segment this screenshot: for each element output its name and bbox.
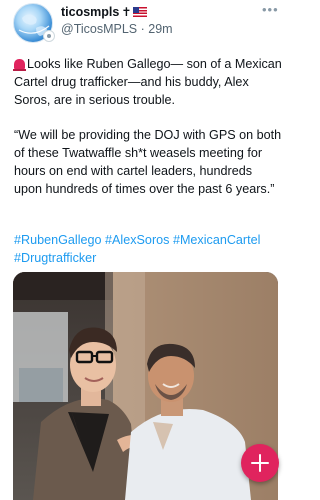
plus-icon [251, 454, 269, 472]
post-photo[interactable] [13, 272, 278, 500]
hashtag-link[interactable]: #MexicanCartel [173, 233, 261, 247]
tweet-post[interactable]: ticosmpls ✝ @TicosMPLS · 29m ••• Looks li… [0, 0, 291, 500]
author-handle-line: @TicosMPLS · 29m [61, 22, 173, 36]
hashtag-list: #RubenGallego #AlexSoros #MexicanCartel … [14, 231, 282, 267]
author-display-name[interactable]: ticosmpls ✝ [61, 5, 148, 19]
tweet-paragraph-1: Looks like Ruben Gallego— son of a Mexic… [13, 55, 282, 109]
more-options-icon[interactable]: ••• [262, 2, 279, 17]
hashtag-link[interactable]: #AlexSoros [105, 233, 169, 247]
hashtag-link[interactable]: #RubenGallego [14, 233, 102, 247]
photo-image [13, 272, 278, 500]
tweet-paragraph-1-text: Looks like Ruben Gallego— son of a Mexic… [14, 57, 282, 107]
tweet-paragraph-2: “We will be providing the DOJ with GPS o… [14, 128, 282, 196]
post-timestamp[interactable]: 29m [148, 22, 172, 36]
latin-cross-icon: ✝ [121, 5, 132, 19]
separator-dot: · [140, 22, 145, 36]
us-flag-icon [133, 7, 148, 17]
police-light-icon [13, 59, 26, 71]
author-name-text: ticosmpls [61, 5, 120, 19]
compose-fab-button[interactable] [241, 444, 279, 482]
verified-badge-icon [43, 30, 55, 42]
author-handle[interactable]: @TicosMPLS [61, 22, 137, 36]
hashtag-link[interactable]: #Drugtrafficker [14, 251, 96, 265]
